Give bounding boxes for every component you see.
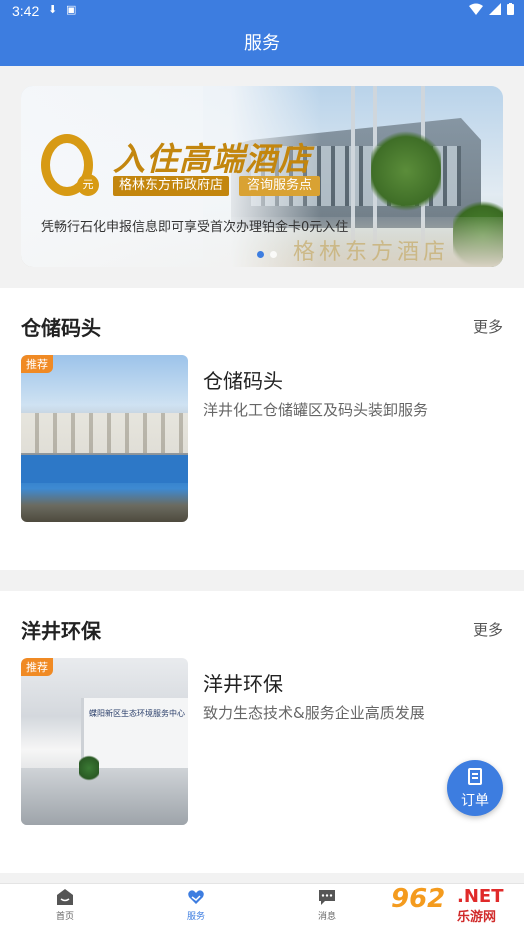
carousel-dot-active[interactable] <box>257 251 264 258</box>
recommend-badge: 推荐 <box>21 355 53 373</box>
tab-messages[interactable]: 消息 <box>287 888 367 922</box>
service-item-description: 洋井化工仓储罐区及码头装卸服务 <box>203 401 429 419</box>
wall-sign-text: 蝶阳新区生态环境服务中心 <box>89 709 185 718</box>
more-link[interactable]: 更多 <box>473 619 503 640</box>
consult-label: 咨询服务点 <box>239 176 321 196</box>
hotel-name-label: 格林东方市政府店 <box>113 176 230 196</box>
section-environmental: 洋井环保 更多 蝶阳新区生态环境服务中心 推荐 洋井环保 致力生态技术&服务企业… <box>0 591 524 873</box>
banner-caption: 凭畅行石化申报信息即可享受首次办理铂金卡0元入住 <box>41 220 349 235</box>
tab-service[interactable]: 服务 <box>156 888 236 922</box>
recommend-badge: 推荐 <box>21 658 53 676</box>
yuan-label: 元 <box>77 174 99 196</box>
tab-home[interactable]: 首页 <box>25 888 105 922</box>
promo-banner[interactable]: 元 入住高端酒店 格林东方市政府店 咨询服务点 凭畅行石化申报信息即可享受首次办… <box>21 86 503 267</box>
carousel-dot[interactable] <box>270 251 277 258</box>
document-icon <box>468 768 482 785</box>
watermark-net: .NET <box>457 886 504 907</box>
home-icon <box>56 888 74 906</box>
status-time: 3:42 <box>12 3 40 19</box>
service-item-title[interactable]: 洋井环保 <box>203 668 283 697</box>
service-item-description: 致力生态技术&服务企业高质发展 <box>203 704 425 722</box>
tab-label: 服务 <box>186 912 205 922</box>
status-bar: 3:42 ⬇ ▣ <box>0 0 524 22</box>
fab-label: 订单 <box>461 793 489 809</box>
watermark-sub: 乐游网 <box>457 910 497 925</box>
battery-icon <box>507 3 514 15</box>
order-fab-button[interactable]: 订单 <box>447 760 503 816</box>
signal-icon <box>489 3 501 15</box>
site-watermark: 962 .NET 乐游网 <box>385 884 519 925</box>
watermark-number: 962 <box>391 884 446 914</box>
download-icon: ⬇ <box>48 3 58 16</box>
service-item-title[interactable]: 仓储码头 <box>203 365 283 394</box>
section-warehouse-dock: 仓储码头 更多 推荐 仓储码头 洋井化工仓储罐区及码头装卸服务 <box>0 288 524 570</box>
tab-label: 消息 <box>317 912 336 922</box>
service-thumbnail[interactable]: 推荐 <box>21 355 188 522</box>
chat-icon <box>318 888 336 906</box>
carousel-indicator <box>257 251 277 258</box>
banner-headline: 入住高端酒店 <box>113 140 312 178</box>
app-bar: 服务 <box>0 22 524 66</box>
heart-hand-icon <box>187 888 205 906</box>
more-link[interactable]: 更多 <box>473 316 503 337</box>
wifi-icon <box>469 3 483 15</box>
page-title: 服务 <box>244 33 280 54</box>
tab-label: 首页 <box>55 912 74 922</box>
section-title: 洋井环保 <box>21 619 101 643</box>
section-title: 仓储码头 <box>21 316 101 340</box>
service-thumbnail[interactable]: 蝶阳新区生态环境服务中心 推荐 <box>21 658 188 825</box>
banner-area: 元 入住高端酒店 格林东方市政府店 咨询服务点 凭畅行石化申报信息即可享受首次办… <box>0 66 524 276</box>
notification-icon: ▣ <box>66 3 77 16</box>
hotel-sign: 格林东方酒店 <box>293 240 450 265</box>
